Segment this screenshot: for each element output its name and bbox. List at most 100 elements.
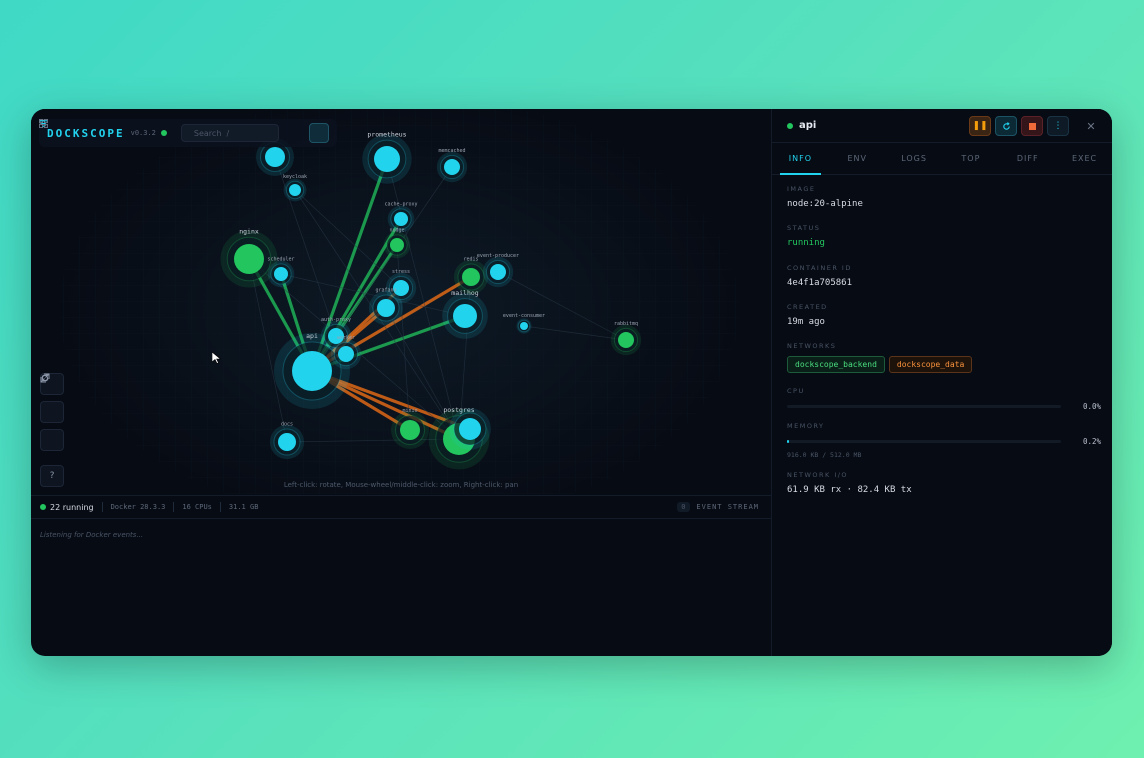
status-bar: 22 running Docker 28.3.3 16 CPUs 31.1 GB… [31,495,771,518]
status-value: running [787,238,825,248]
network-graph[interactable]: apipostgresnginxprometheusmailhogredisev… [31,109,771,494]
stop-icon [1028,122,1036,130]
search-box[interactable] [39,119,279,142]
event-log: Listening for Docker events... [31,518,771,656]
tab-top[interactable]: TOP [942,143,999,174]
docker-version: Docker 28.3.3 [110,503,166,511]
memory-bar-fill [787,440,789,443]
node-label: worker [337,335,355,341]
node-prometheus[interactable]: prometheus [362,131,412,184]
cpu-bar [787,405,1061,408]
filter-button[interactable] [39,120,329,143]
center-view-button[interactable] [40,373,64,451]
node-label: rabbitmq [614,321,638,327]
cpu-label: CPU [787,387,805,395]
node-label: auth-proxy [321,317,351,323]
event-stream-toggle[interactable]: 0 EVENT STREAM [677,502,759,512]
status-label: STATUS [787,224,821,232]
event-stream-label: EVENT STREAM [696,503,759,511]
node-core[interactable] [453,304,477,328]
image-value: node:20-alpine [787,199,863,209]
node-core[interactable] [374,146,400,172]
divider [173,502,175,512]
memory-label: MEMORY [787,422,825,430]
tab-diff[interactable]: DIFF [999,143,1056,174]
image-label: IMAGE [787,185,816,193]
event-log-message: Listening for Docker events... [40,531,144,539]
network-io-field: NETWORK I/O 61.9 KB rx · 82.4 KB tx [787,471,912,495]
status-field: STATUS running [787,224,825,248]
network-io-label: NETWORK I/O [787,471,849,479]
node-core[interactable] [278,433,296,451]
network-io-value: 61.9 KB rx · 82.4 KB tx [787,485,912,495]
network-chips: dockscope_backend dockscope_data [787,356,973,373]
filter-icon [39,120,48,127]
node-core[interactable] [265,147,285,167]
tab-exec[interactable]: EXEC [1056,143,1112,174]
node-core[interactable] [292,351,332,391]
node-core[interactable] [490,264,506,280]
event-count-badge: 0 [677,502,691,512]
more-button[interactable]: ⋮ [1047,116,1069,136]
top-toolbar: DOCKSCOPE v0.3.2 [39,119,337,147]
node-core[interactable] [377,299,395,317]
node-core[interactable] [394,212,408,226]
node-label: scheduler [267,257,294,263]
node-label: cache-proxy [384,202,417,208]
node-label: event-producer [477,253,519,259]
container-actions: ❚❚ ⋮ ✕ [969,116,1101,136]
node-core[interactable] [444,159,460,175]
mouse-cursor-icon [212,352,222,364]
node-keycloak[interactable]: keycloak [283,174,307,202]
node-core[interactable] [234,244,264,274]
node-rabbitmq[interactable]: rabbitmq [610,321,642,356]
grid-view-button[interactable] [39,119,303,142]
node-core[interactable] [338,346,354,362]
node-postgres-b[interactable] [449,408,491,450]
restart-icon [1002,121,1010,130]
tab-logs[interactable]: LOGS [886,143,943,174]
node-core[interactable] [400,420,420,440]
node-core[interactable] [274,267,288,281]
reset-view-button[interactable] [40,373,64,423]
graph-canvas[interactable]: api postgres nginx prometheus mailhog redis ev… [31,109,771,494]
node-core[interactable] [289,184,301,196]
memory-field: MEMORY 0.2% 916.0 KB / 512.0 MB [787,422,1101,459]
restart-button[interactable] [995,116,1017,136]
close-panel-button[interactable]: ✕ [1081,117,1101,135]
node-label: event-consumer [503,313,545,319]
running-count: 22 running [50,502,94,512]
memory-usage: 916.0 KB / 512.0 MB [787,451,862,459]
node-memcached[interactable]: memcached [436,148,468,183]
node-core[interactable] [462,268,480,286]
search-input[interactable] [191,127,276,139]
node-core[interactable] [618,332,634,348]
pause-button[interactable]: ❚❚ [969,116,991,136]
container-name: api [799,120,817,131]
node-scheduler[interactable]: scheduler [267,257,295,288]
created-field: CREATED 19m ago [787,303,828,327]
more-icon: ⋮ [1053,121,1063,131]
memory-percent: 0.2% [1082,437,1101,446]
network-chip-data[interactable]: dockscope_data [888,356,973,373]
node-core[interactable] [459,418,481,440]
memory-bar [787,440,1061,443]
cpu-field: CPU 0.0% [787,387,1101,411]
node-core[interactable] [390,238,404,252]
connection-status-icon [160,130,167,136]
cpu-percent: 0.0% [1082,402,1101,411]
node-label: nginx [239,228,259,236]
node-label: minio [402,408,417,414]
memory-meter: 0.2% [787,437,1101,446]
tab-env[interactable]: ENV [829,143,886,174]
app-window: api postgres nginx prometheus mailhog redis ev… [31,109,1112,656]
close-icon: ✕ [1086,119,1096,133]
version-label: v0.3.2 [130,129,156,137]
created-label: CREATED [787,303,828,311]
node-label: stress [392,269,410,275]
tab-info[interactable]: INFO [772,143,829,175]
node-core[interactable] [520,322,528,330]
stop-button[interactable] [1021,116,1043,136]
network-chip-backend[interactable]: dockscope_backend [787,356,885,373]
node-label: keycloak [283,174,307,180]
